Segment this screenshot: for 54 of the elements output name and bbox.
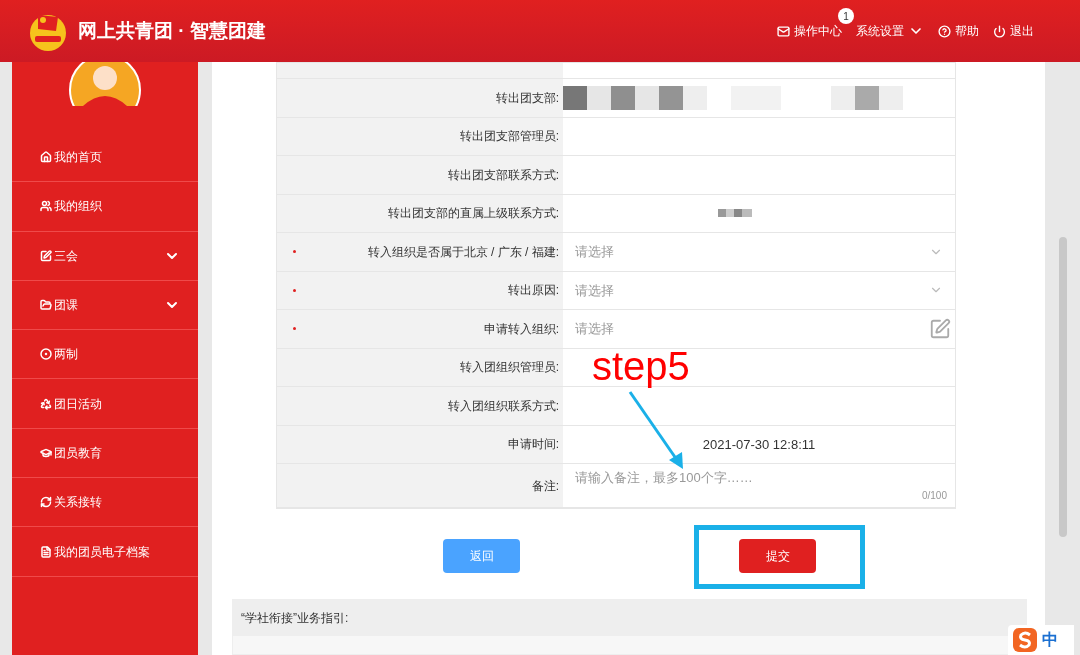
remarks-textarea[interactable]: 请输入备注，最多100个字…… 0/100 xyxy=(563,464,955,507)
site-title: 网上共青团 · 智慧团建 xyxy=(78,18,266,43)
sidebar-item[interactable]: 我的组织 xyxy=(12,182,198,232)
field-label: 转入团组织联系方式: xyxy=(447,397,559,415)
folder-icon xyxy=(40,299,52,312)
field-value: 2021-07-30 12:8:11 xyxy=(702,435,816,454)
home-icon xyxy=(40,151,52,164)
mail-icon xyxy=(777,24,790,38)
select-field[interactable]: 请选择 xyxy=(563,233,955,271)
sidebar-item[interactable]: 团课 xyxy=(12,280,198,331)
users-icon xyxy=(40,200,52,213)
select-field[interactable]: 请选择 xyxy=(563,271,955,309)
sidebar-item[interactable]: 我的首页 xyxy=(12,133,198,183)
submit-button[interactable]: 提交 xyxy=(739,539,816,573)
input-method-indicator[interactable]: 中 xyxy=(1008,625,1074,655)
refresh-icon xyxy=(40,496,52,509)
step-annotation: step5 xyxy=(592,346,690,386)
field-label: 转入团组织管理员: xyxy=(459,359,559,377)
nav-link[interactable]: 退出 xyxy=(993,22,1034,40)
field-label: 转出团支部的直属上级联系方式: xyxy=(387,205,559,223)
field-label: 备注: xyxy=(531,477,559,495)
ime-mode-label: 中 xyxy=(1042,630,1058,650)
guide-title: “学社衔接”业务指引: xyxy=(241,610,349,627)
field-label: 转出团支部: xyxy=(495,89,559,107)
edit-icon xyxy=(40,249,52,262)
ime-logo-icon xyxy=(1012,627,1038,653)
redacted-value-drawing xyxy=(718,209,752,218)
target-icon xyxy=(40,348,52,361)
back-button[interactable]: 返回 xyxy=(443,539,520,573)
field-label: 申请时间: xyxy=(507,436,559,454)
recycle-icon xyxy=(40,397,52,410)
edit-icon[interactable] xyxy=(929,317,951,340)
graduation-cap-icon xyxy=(40,446,52,459)
character-counter: 0/100 xyxy=(921,489,947,503)
sidebar-item[interactable]: 团日活动 xyxy=(12,379,198,429)
sidebar-item[interactable]: 三会 xyxy=(12,231,198,281)
scrollbar[interactable] xyxy=(1058,237,1067,537)
help-icon xyxy=(938,24,951,38)
field-label: 转出团支部联系方式: xyxy=(447,166,559,184)
field-label: 转入组织是否属于北京 / 广东 / 福建: xyxy=(367,243,559,261)
sidebar-item[interactable]: 两制 xyxy=(12,330,198,380)
nav-link[interactable]: 操作中心 xyxy=(777,22,842,40)
sidebar-item[interactable]: 我的团员电子档案 xyxy=(12,527,198,577)
file-icon xyxy=(40,545,52,558)
notification-badge: 1 xyxy=(838,8,854,24)
field-label: 转出团支部管理员: xyxy=(459,128,559,146)
nav-link[interactable]: 系统设置 xyxy=(856,22,924,40)
power-icon xyxy=(993,24,1006,38)
nav-link[interactable]: 帮助 xyxy=(938,22,979,40)
field-label: 转出原因: xyxy=(507,282,559,300)
field-label: 申请转入组织: xyxy=(483,320,559,338)
picker-field[interactable]: 请选择 xyxy=(575,319,614,339)
sidebar-item[interactable]: 团员教育 xyxy=(12,428,198,479)
sidebar-item[interactable]: 关系接转 xyxy=(12,478,198,528)
